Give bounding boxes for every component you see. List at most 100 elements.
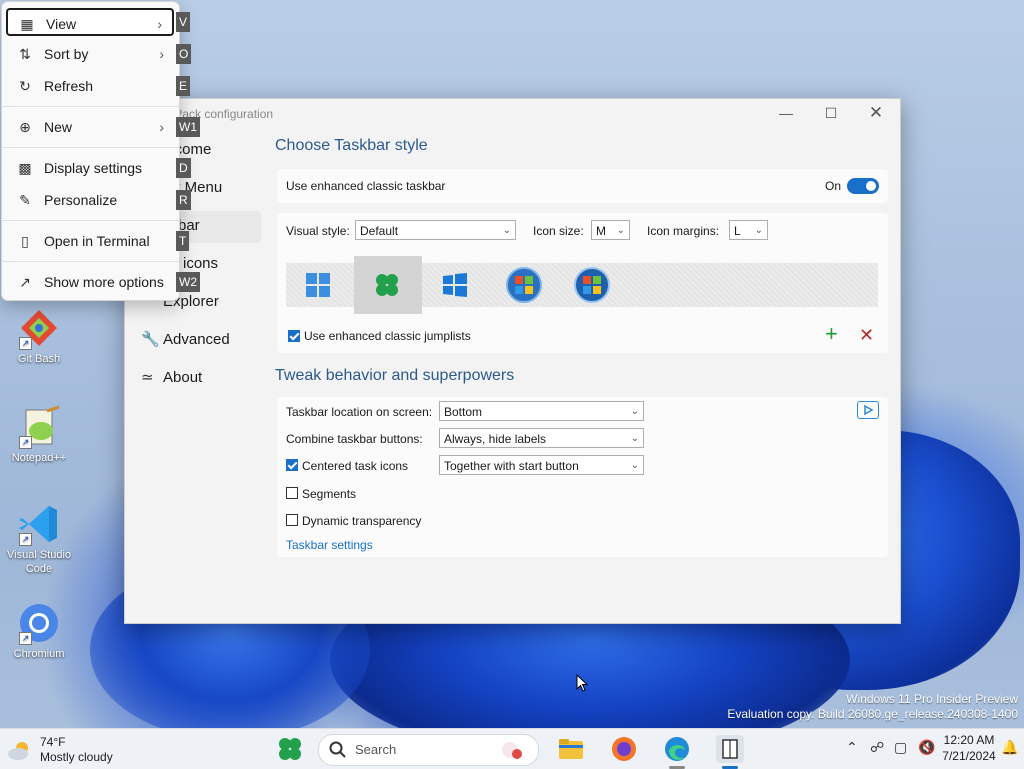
- taskbar-settings-link[interactable]: Taskbar settings: [286, 538, 373, 552]
- chevron-right-icon: ›: [159, 46, 164, 62]
- chevron-down-icon: ⌄: [754, 225, 763, 236]
- vscode-icon: ↗: [17, 502, 61, 546]
- delete-icon[interactable]: ✕: [859, 325, 874, 345]
- desktop-icon-vscode[interactable]: ↗ Visual Studio Code: [7, 502, 71, 576]
- edge-icon[interactable]: [663, 735, 691, 769]
- chevron-up-icon[interactable]: ⌃: [846, 739, 858, 756]
- menu-item-sort-by[interactable]: ⇅ Sort by ›: [6, 40, 174, 68]
- menu-item-display-settings[interactable]: ▩ Display settings: [6, 154, 174, 182]
- configuration-window[interactable]: llPack configuration — ☐ ✕ elcome art Me…: [124, 98, 901, 624]
- display-icon[interactable]: ▢: [894, 739, 907, 756]
- section-title-taskbar-style: Choose Taskbar style: [275, 137, 428, 154]
- key-hint: D: [176, 158, 191, 178]
- firefox-icon[interactable]: [610, 735, 638, 763]
- chevron-right-icon: ›: [159, 119, 164, 135]
- notepad-plus-plus-icon: ↗: [17, 405, 61, 449]
- icon-margins-select[interactable]: L ⌄: [729, 220, 768, 240]
- key-hint: E: [176, 76, 191, 96]
- jumplists-checkbox[interactable]: [288, 330, 300, 342]
- add-icon[interactable]: +: [825, 323, 838, 345]
- centered-icons-checkbox[interactable]: [286, 459, 298, 471]
- segments-checkbox[interactable]: [286, 487, 298, 499]
- search-highlight-icon: [502, 742, 522, 759]
- menu-separator: [2, 147, 179, 148]
- taskbar-style-card: Visual style: Default ⌄ Icon size: M ⌄ Ico…: [277, 213, 888, 353]
- clock[interactable]: 12:20 AM 7/21/2024: [940, 733, 998, 763]
- about-icon: ≃: [141, 369, 154, 386]
- segments-label: Segments: [302, 487, 357, 501]
- chevron-down-icon: ⌄: [616, 225, 625, 236]
- desktop-icon-notepad-plus-plus[interactable]: ↗ Notepad++: [7, 405, 71, 465]
- menu-item-open-terminal[interactable]: ▯ Open in Terminal: [6, 227, 174, 255]
- centered-icons-label: Centered task icons: [302, 459, 409, 473]
- minimize-button[interactable]: —: [763, 99, 809, 127]
- clover-logo-icon[interactable]: [373, 271, 401, 299]
- jumplists-label: Use enhanced classic jumplists: [304, 329, 471, 343]
- visual-style-select[interactable]: Default ⌄: [355, 220, 516, 240]
- menu-separator: [2, 106, 179, 107]
- windows-watermark: Windows 11 Pro Insider Preview Evaluatio…: [727, 692, 1018, 721]
- key-hint: V: [176, 12, 191, 32]
- volume-muted-icon[interactable]: 🔇: [918, 739, 935, 756]
- menu-item-view[interactable]: ▦ View ›: [6, 8, 174, 36]
- desktop-icon-chromium[interactable]: ↗ Chromium: [7, 601, 71, 661]
- key-hint: W2: [176, 272, 200, 292]
- menu-item-refresh[interactable]: ↻ Refresh: [6, 72, 174, 100]
- weather-widget[interactable]: 74°F Mostly cloudy: [6, 733, 116, 765]
- enhanced-taskbar-toggle[interactable]: [847, 178, 879, 194]
- terminal-icon: ▯: [21, 233, 29, 249]
- notification-bell-icon[interactable]: 🔔: [1001, 739, 1018, 756]
- play-video-icon[interactable]: [857, 401, 879, 419]
- windows7-orb-icon[interactable]: [505, 266, 543, 304]
- weather-desc: Mostly cloudy: [40, 750, 113, 764]
- display-icon: ▩: [18, 160, 32, 176]
- icon-size-label: Icon size:: [533, 224, 584, 238]
- maximize-button[interactable]: ☐: [808, 99, 854, 127]
- menu-item-show-more-options[interactable]: ↗ Show more options: [6, 268, 174, 296]
- start-button-style-strip: [286, 256, 878, 314]
- grid-icon: ▦: [20, 16, 34, 32]
- windows10-logo-icon[interactable]: [441, 271, 469, 299]
- key-hint: R: [176, 190, 191, 210]
- key-hint: W1: [176, 117, 200, 137]
- key-hint: T: [176, 231, 190, 251]
- combine-select[interactable]: Always, hide labels ⌄: [439, 428, 644, 448]
- section-title-tweak: Tweak behavior and superpowers: [275, 367, 515, 384]
- enhanced-taskbar-card: Use enhanced classic taskbar On: [277, 169, 888, 203]
- search-placeholder: Search: [355, 742, 397, 757]
- file-explorer-icon[interactable]: [557, 735, 585, 763]
- location-select[interactable]: Bottom ⌄: [439, 401, 644, 421]
- chevron-right-icon: ›: [157, 16, 162, 32]
- more-options-icon: ↗: [19, 274, 31, 290]
- enhanced-taskbar-label: Use enhanced classic taskbar: [286, 179, 446, 193]
- menu-separator: [2, 220, 179, 221]
- start-clover-icon[interactable]: [276, 735, 304, 763]
- dynamic-transparency-label: Dynamic transparency: [302, 514, 422, 528]
- refresh-icon: ↻: [19, 78, 31, 94]
- toggle-knob: [866, 181, 876, 191]
- chevron-down-icon: ⌄: [630, 433, 639, 444]
- menu-item-personalize[interactable]: ✎ Personalize: [6, 186, 174, 214]
- tweak-card: Taskbar location on screen: Bottom ⌄ Comb…: [277, 397, 888, 557]
- weather-temp: 74°F: [40, 735, 66, 749]
- network-icon[interactable]: ☍: [870, 739, 884, 756]
- windows-vista-orb-icon[interactable]: [573, 266, 611, 304]
- close-button[interactable]: ✕: [853, 99, 899, 127]
- explorerpatcher-properties-icon[interactable]: [716, 735, 744, 769]
- taskbar: 74°F Mostly cloudy Search ⌃ ☍ ▢ 🔇 12:20 …: [0, 728, 1024, 769]
- menu-item-new[interactable]: ⊕ New ›: [6, 113, 174, 141]
- visual-style-label: Visual style:: [286, 224, 350, 238]
- key-hint: O: [176, 44, 192, 64]
- search-box[interactable]: Search: [318, 734, 539, 766]
- nav-item-about[interactable]: ≃ About: [141, 367, 202, 389]
- dynamic-transparency-checkbox[interactable]: [286, 514, 298, 526]
- icon-size-select[interactable]: M ⌄: [591, 220, 630, 240]
- desktop-context-menu: ▦ View › ⇅ Sort by › ↻ Refresh ⊕ New › ▩ Display…: [1, 1, 180, 301]
- centered-icons-select[interactable]: Together with start button ⌄: [439, 455, 644, 475]
- windows11-logo-icon[interactable]: [304, 271, 332, 299]
- pen-icon: ✎: [19, 192, 31, 208]
- chromium-icon: ↗: [17, 601, 61, 645]
- nav-item-advanced[interactable]: 🔧 Advanced: [141, 329, 230, 351]
- title-bar[interactable]: llPack configuration — ☐ ✕: [125, 99, 900, 127]
- desktop-icon-git-bash[interactable]: ↗ Git Bash: [7, 306, 71, 366]
